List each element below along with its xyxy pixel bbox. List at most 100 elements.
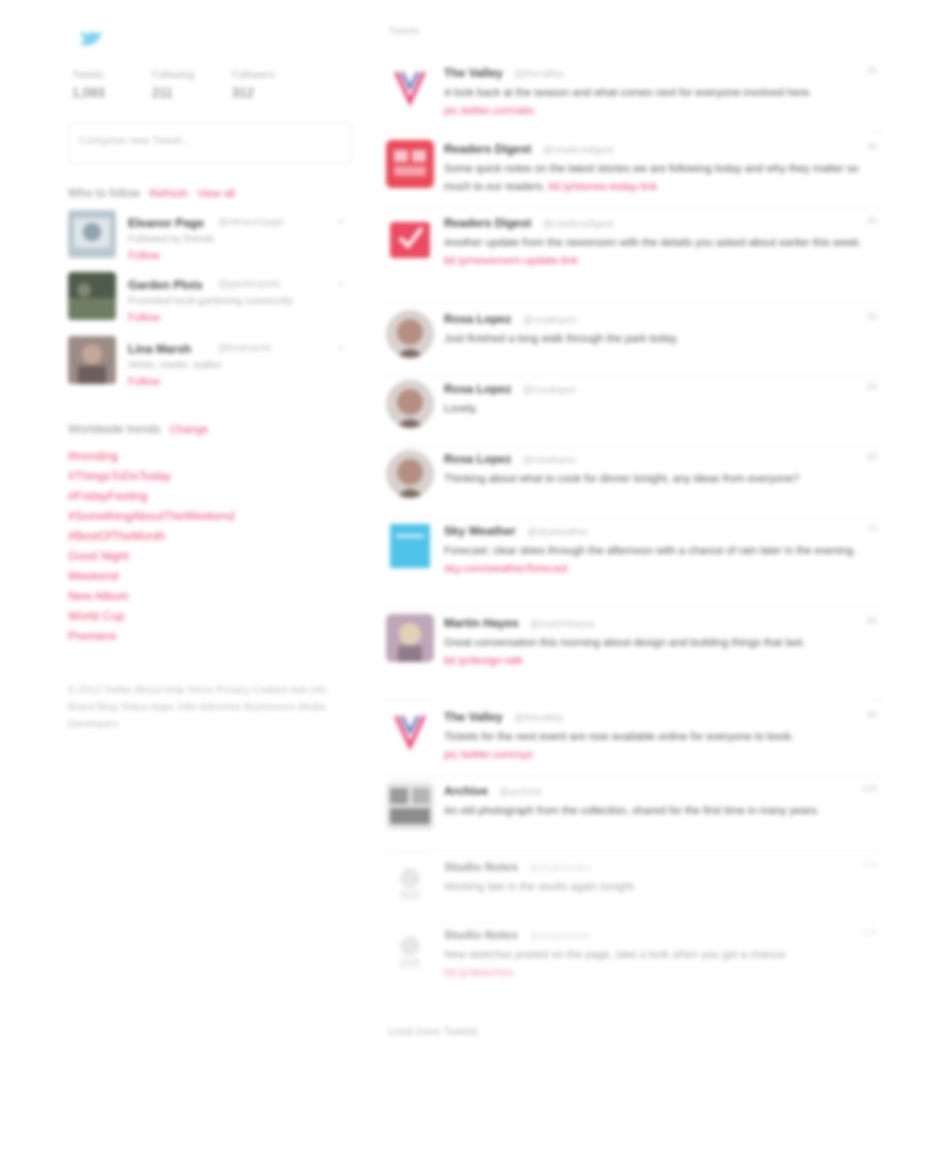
avatar[interactable] [386, 858, 434, 906]
tweet[interactable]: The Valley @thevalley 2h A look back at … [384, 60, 884, 133]
tweet-author-name[interactable]: Studio Notes [444, 928, 518, 942]
follow-button[interactable]: Follow [128, 312, 160, 324]
tweet-author-handle[interactable]: @martinhayes [530, 619, 595, 630]
tweet-author-name[interactable]: Readers Digest [444, 216, 531, 230]
trend-item[interactable]: #ThingsToDoToday [68, 466, 354, 486]
tweet[interactable]: Martin Hayes @martinhayes 8h Great conve… [384, 610, 884, 701]
suggested-user[interactable]: Eleanor Page @eleanorpage Followed by fr… [68, 210, 354, 266]
tweet-author-name[interactable]: Martin Hayes [444, 616, 519, 630]
trend-item[interactable]: #trending [68, 446, 354, 466]
tweet-link[interactable]: bit.ly/design-talk [444, 655, 523, 667]
avatar[interactable] [68, 210, 116, 258]
tweet-author-name[interactable]: The Valley [444, 710, 503, 724]
tweet-timestamp[interactable]: 11h [862, 860, 878, 871]
stat-followers[interactable]: Followers 312 [232, 70, 275, 100]
bird-logo-icon[interactable] [78, 30, 104, 50]
tweet-timestamp[interactable]: 5h [867, 312, 878, 323]
tweet-timestamp[interactable]: 10h [861, 784, 878, 795]
tweet-author-name[interactable]: Studio Notes [444, 860, 518, 874]
avatar[interactable] [386, 614, 434, 662]
tweet-timestamp[interactable]: 12h [861, 928, 878, 939]
trend-item[interactable]: #BestOfTheMonth [68, 526, 354, 546]
tweet-timestamp[interactable]: 4h [867, 216, 878, 227]
tweet-author-handle[interactable]: @thevalley [514, 713, 564, 724]
tweet[interactable]: Rosa Lopez @rosalopez 5h Just finished a… [384, 306, 884, 377]
tweet[interactable]: Sky Weather @skyweather 7h Forecast: cle… [384, 518, 884, 607]
stat-tweets[interactable]: Tweets 1,093 [72, 70, 105, 100]
avatar[interactable] [386, 522, 434, 570]
tweet-author-name[interactable]: Rosa Lopez [444, 382, 511, 396]
tweet-link[interactable]: bit.ly/sketches [444, 967, 513, 979]
tweet-author-name[interactable]: Sky Weather [444, 524, 516, 538]
tweet-author-handle[interactable]: @archive [499, 787, 541, 798]
avatar[interactable] [386, 926, 434, 974]
refresh-link[interactable]: Refresh [149, 188, 188, 200]
tweet-link[interactable]: sky.com/weather/forecast [444, 563, 568, 575]
tweet[interactable]: Readers Digest @readersdigest 3h Some qu… [384, 136, 884, 209]
trend-item[interactable]: World Cup [68, 606, 354, 626]
tweet-author-handle[interactable]: @readersdigest [543, 219, 614, 230]
trend-item[interactable]: #SomethingAboutTheWeekend [68, 506, 354, 526]
tweet-author-handle[interactable]: @readersdigest [543, 145, 614, 156]
trend-item[interactable]: Weekend [68, 566, 354, 586]
tweet-author-handle[interactable]: @skyweather [527, 527, 588, 538]
avatar[interactable] [386, 782, 434, 830]
follow-button[interactable]: Follow [128, 250, 160, 262]
suggested-user[interactable]: Lina Marsh @linamarsh Writer, reader, wa… [68, 336, 354, 392]
tweet-link[interactable]: bit.ly/newsroom-update-link [444, 255, 578, 267]
tweet-author-handle[interactable]: @studionotes [529, 931, 590, 942]
tweet-timestamp[interactable]: 2h [867, 66, 878, 77]
compose-tweet-input[interactable]: Compose new Tweet... [68, 122, 352, 164]
user-name[interactable]: Garden Plots [128, 278, 203, 292]
tweet-timestamp[interactable]: 9h [867, 710, 878, 721]
avatar[interactable] [386, 450, 434, 498]
avatar[interactable] [386, 380, 434, 428]
view-all-link[interactable]: View all [197, 188, 235, 200]
tweet[interactable]: Archive @archive 10h An old photograph f… [384, 778, 884, 851]
dismiss-icon[interactable]: × [338, 342, 344, 354]
avatar[interactable] [386, 64, 434, 112]
tweet[interactable]: The Valley @thevalley 9h Tickets for the… [384, 704, 884, 777]
tweet-link[interactable]: pic.twitter.com/abc [444, 105, 534, 117]
user-name[interactable]: Eleanor Page [128, 216, 204, 230]
tweet-author-handle[interactable]: @rosalopez [523, 455, 577, 466]
user-name[interactable]: Lina Marsh [128, 342, 191, 356]
dismiss-icon[interactable]: × [338, 216, 344, 228]
suggested-user[interactable]: Garden Plots @gardenplots Promoted local… [68, 272, 354, 328]
tweet-author-name[interactable]: Readers Digest [444, 142, 531, 156]
tweet-timestamp[interactable]: 7h [867, 524, 878, 535]
avatar[interactable] [386, 214, 434, 262]
tweet-link[interactable]: bit.ly/stories-today-link [549, 181, 658, 193]
load-more-button[interactable]: Load more Tweets [388, 1026, 478, 1038]
tweet-author-handle[interactable]: @rosalopez [523, 315, 577, 326]
avatar[interactable] [386, 310, 434, 358]
avatar[interactable] [386, 140, 434, 188]
tweet-timestamp[interactable]: 5h [867, 382, 878, 393]
tweet[interactable]: Rosa Lopez @rosalopez 6h Thinking about … [384, 446, 884, 519]
follow-button[interactable]: Follow [128, 376, 160, 388]
avatar[interactable] [68, 336, 116, 384]
tweet-author-handle[interactable]: @studionotes [529, 863, 590, 874]
tweet[interactable]: Rosa Lopez @rosalopez 5h Lovely. [384, 376, 884, 447]
tweet-author-name[interactable]: Rosa Lopez [444, 452, 511, 466]
tweet-author-handle[interactable]: @rosalopez [523, 385, 577, 396]
dismiss-icon[interactable]: × [338, 278, 344, 290]
trend-item[interactable]: New Album [68, 586, 354, 606]
stat-following[interactable]: Following 211 [152, 70, 194, 100]
avatar[interactable] [386, 708, 434, 756]
tweet-author-name[interactable]: Rosa Lopez [444, 312, 511, 326]
tweet-timestamp[interactable]: 3h [867, 142, 878, 153]
tweet-author-name[interactable]: The Valley [444, 66, 503, 80]
tweet-timestamp[interactable]: 6h [867, 452, 878, 463]
tweet-link[interactable]: pic.twitter.com/xyz [444, 749, 533, 761]
tweet[interactable]: Studio Notes @studionotes 12h New sketch… [384, 922, 884, 1013]
tweet-author-name[interactable]: Archive [444, 784, 488, 798]
tweet[interactable]: Readers Digest @readersdigest 4h Another… [384, 210, 884, 303]
tweet-author-handle[interactable]: @thevalley [514, 69, 564, 80]
trend-item[interactable]: Good Night [68, 546, 354, 566]
change-trends-link[interactable]: Change [170, 424, 209, 436]
trend-item[interactable]: #FridayFeeling [68, 486, 354, 506]
tweet-timestamp[interactable]: 8h [867, 616, 878, 627]
site-footer[interactable]: © 2013 Twitter About Help Terms Privacy … [68, 682, 354, 733]
avatar[interactable] [68, 272, 116, 320]
